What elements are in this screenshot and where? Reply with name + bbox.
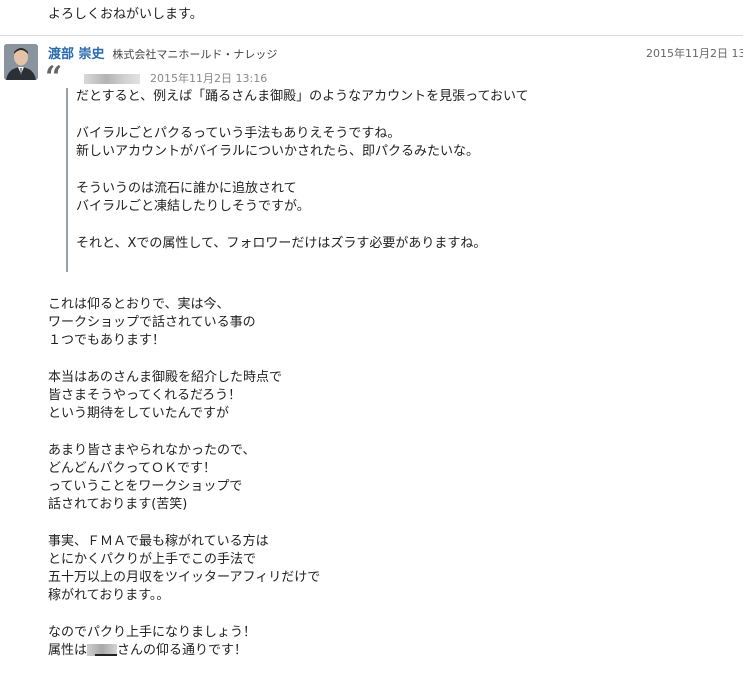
body-line	[48, 350, 320, 369]
quote-line	[76, 161, 686, 180]
redacted-quoted-author	[84, 74, 140, 84]
body-line	[48, 423, 320, 442]
quote-line	[76, 106, 686, 125]
body-line: どんどんパクってＯＫです！	[48, 461, 216, 476]
comment-divider	[0, 35, 743, 36]
comment-body: これは仰るとおりで、実は今、 ワークショップで話されている事の １つでもあります…	[48, 296, 320, 660]
body-line: ワークショップで話されている事の	[48, 315, 256, 330]
body-line: 事実、ＦＭＡで最も稼がれている方は	[48, 534, 269, 549]
avatar[interactable]	[4, 44, 38, 80]
quote-line: だとすると、例えば「踊るさんま御殿」のようなアカウントを見張っておいて	[76, 89, 529, 104]
body-line: 皆さまそうやってくれるだろう！	[48, 388, 242, 403]
previous-comment-text: よろしくおねがいします。	[48, 7, 203, 22]
avatar-portrait-icon	[4, 44, 38, 80]
body-line: あまり皆さまやられなかったので、	[48, 443, 256, 458]
comment-header: 渡部 崇史 株式会社マニホールド・ナレッジ	[48, 46, 277, 63]
comment-thread: よろしくおねがいします。 渡部 崇史 株式会社マニホールド・ナレッジ 2015年…	[0, 0, 743, 699]
quoted-comment: だとすると、例えば「踊るさんま御殿」のようなアカウントを見張っておいて バイラル…	[66, 88, 686, 272]
quote-icon: “	[45, 60, 63, 95]
quote-meta: 2015年11月2日 13:16	[84, 70, 267, 86]
body-line	[48, 605, 320, 624]
body-line: 話されております(苦笑)	[48, 497, 188, 512]
body-line: 本当はあのさんま御殿を紹介した時点で	[48, 370, 283, 385]
final-line-suffix: さんの仰る通りです！	[117, 643, 248, 658]
quote-line: それと、Xでの属性して、フォロワーだけはズラす必要がありますね。	[76, 236, 487, 251]
body-line	[48, 514, 320, 533]
redacted-name	[87, 644, 118, 656]
comment-timestamp[interactable]: 2015年11月2日 13:3	[646, 45, 743, 61]
quote-line: 新しいアカウントがバイラルについかされたら、即パクるみたいな。	[76, 144, 480, 159]
body-line: 五十万以上の月収をツイッターアフィリだけで	[48, 570, 321, 585]
body-line: これは仰るとおりで、実は今、	[48, 297, 230, 312]
quote-line: バイラルごと凍結したりしそうですが。	[76, 199, 310, 214]
body-line: とにかくパクりが上手でこの手法で	[48, 552, 257, 567]
body-line: １つでもあります！	[48, 333, 166, 348]
body-line: なのでパクり上手になりましょう！	[48, 625, 257, 640]
quote-line	[76, 216, 686, 235]
body-line: という期待をしていたんですが	[48, 406, 229, 421]
body-line: 稼がれております。。	[48, 588, 170, 603]
quote-line: そういうのは流石に誰かに追放されて	[76, 181, 297, 196]
author-company: 株式会社マニホールド・ナレッジ	[112, 48, 278, 61]
body-line-final: 属性は さんの仰る通りです！	[48, 642, 320, 660]
final-line-prefix: 属性は	[48, 643, 88, 658]
quote-timestamp: 2015年11月2日 13:16	[150, 72, 268, 85]
body-line: っていうことをワークショップで	[48, 479, 243, 494]
quote-line: バイラルごとパクるっていう手法もありえそうですね。	[76, 126, 401, 141]
